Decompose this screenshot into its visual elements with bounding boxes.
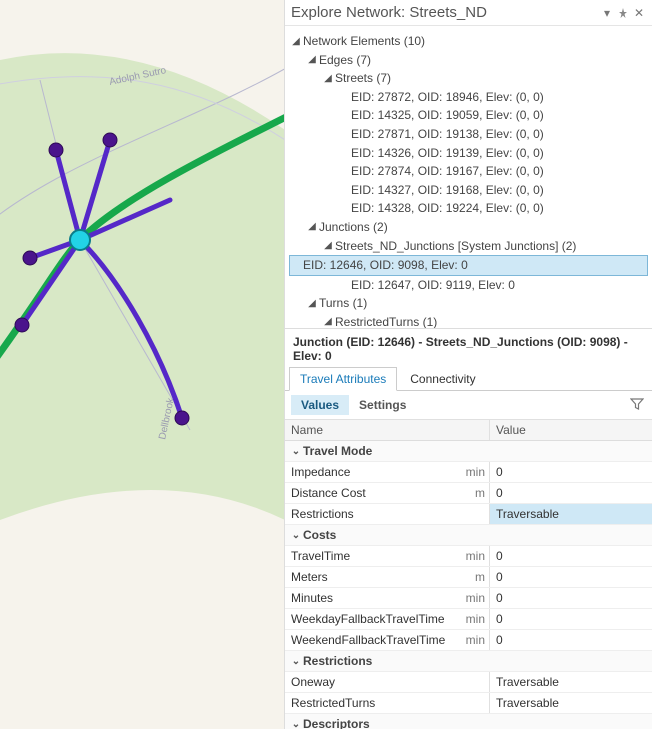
explore-network-panel: Explore Network: Streets_ND ▾ ✕ ◢Network…: [285, 0, 652, 729]
attribute-row[interactable]: Distance Costm0: [285, 483, 652, 504]
attr-value: 0: [489, 546, 652, 566]
dropdown-icon[interactable]: ▾: [600, 6, 614, 20]
tree-turns[interactable]: ◢Turns (1): [289, 294, 648, 313]
tree-edges[interactable]: ◢Edges (7): [289, 51, 648, 70]
attr-unit: [455, 504, 489, 524]
attr-name: WeekdayFallbackTravelTime: [285, 609, 455, 629]
group-label: Costs: [303, 528, 336, 542]
attr-name: Impedance: [285, 462, 455, 482]
caret-down-icon[interactable]: ◢: [307, 52, 317, 68]
group-row[interactable]: ⌄Travel Mode: [285, 441, 652, 462]
caret-down-icon[interactable]: ◢: [307, 219, 317, 235]
caret-down-icon[interactable]: ◢: [323, 71, 333, 87]
pin-icon[interactable]: [616, 6, 630, 20]
attr-name: Minutes: [285, 588, 455, 608]
attribute-row[interactable]: Oneway Traversable: [285, 672, 652, 693]
grid-head-name: Name: [285, 420, 455, 440]
panel-title: Explore Network: Streets_ND: [291, 4, 598, 21]
subtab-values[interactable]: Values: [291, 395, 349, 415]
attr-name: Meters: [285, 567, 455, 587]
selected-junction-node[interactable]: [70, 230, 90, 250]
caret-down-icon[interactable]: ◢: [323, 314, 333, 328]
chevron-down-icon[interactable]: ⌄: [289, 446, 303, 457]
caret-down-icon[interactable]: ◢: [307, 296, 317, 312]
tree-restricted-turns[interactable]: ◢RestrictedTurns (1): [289, 313, 648, 329]
attr-unit: [455, 693, 489, 713]
network-elements-tree[interactable]: ◢Network Elements (10) ◢Edges (7) ◢Stree…: [285, 26, 652, 328]
tree-root[interactable]: ◢Network Elements (10): [289, 32, 648, 51]
chevron-down-icon[interactable]: ⌄: [289, 719, 303, 729]
tree-leaf[interactable]: EID: 14328, OID: 19224, Elev: (0, 0): [289, 199, 648, 218]
map-viewport[interactable]: Adolph Sutro Dellbrook: [0, 0, 285, 729]
attribute-row[interactable]: Restrictions Traversable: [285, 504, 652, 525]
attr-unit: min: [455, 462, 489, 482]
tree-sys-junctions[interactable]: ◢Streets_ND_Junctions [System Junctions]…: [289, 237, 648, 256]
grid-head-value: Value: [489, 420, 652, 440]
tree-leaf[interactable]: EID: 27872, OID: 18946, Elev: (0, 0): [289, 88, 648, 107]
attr-value: Traversable: [489, 693, 652, 713]
panel-header: Explore Network: Streets_ND ▾ ✕: [285, 0, 652, 26]
tab-connectivity[interactable]: Connectivity: [399, 367, 486, 390]
tree-leaf[interactable]: EID: 14327, OID: 19168, Elev: (0, 0): [289, 181, 648, 200]
caret-down-icon[interactable]: ◢: [323, 238, 333, 254]
group-row[interactable]: ⌄Descriptors: [285, 714, 652, 729]
attribute-row[interactable]: WeekdayFallbackTravelTimemin0: [285, 609, 652, 630]
attribute-row[interactable]: TravelTimemin0: [285, 546, 652, 567]
chevron-down-icon[interactable]: ⌄: [289, 656, 303, 667]
attr-value: 0: [489, 567, 652, 587]
attr-name: TravelTime: [285, 546, 455, 566]
attr-name: Restrictions: [285, 504, 455, 524]
filter-icon[interactable]: [630, 397, 646, 413]
group-label: Descriptors: [303, 717, 370, 729]
attribute-row[interactable]: Metersm0: [285, 567, 652, 588]
tree-leaf[interactable]: EID: 27874, OID: 19167, Elev: (0, 0): [289, 162, 648, 181]
attr-name: Distance Cost: [285, 483, 455, 503]
attr-unit: [455, 672, 489, 692]
attr-value: 0: [489, 609, 652, 629]
attr-unit: min: [455, 609, 489, 629]
group-row[interactable]: ⌄Restrictions: [285, 651, 652, 672]
tree-leaf[interactable]: EID: 14326, OID: 19139, Elev: (0, 0): [289, 144, 648, 163]
grid-body[interactable]: ⌄Travel ModeImpedancemin0Distance Costm0…: [285, 441, 652, 729]
group-label: Restrictions: [303, 654, 372, 668]
attr-value: 0: [489, 483, 652, 503]
group-row[interactable]: ⌄Costs: [285, 525, 652, 546]
attr-unit: m: [455, 567, 489, 587]
attr-unit: min: [455, 630, 489, 650]
subtabs: Values Settings: [285, 391, 652, 420]
attr-name: WeekendFallbackTravelTime: [285, 630, 455, 650]
tree-junctions[interactable]: ◢Junctions (2): [289, 218, 648, 237]
caret-down-icon[interactable]: ◢: [291, 34, 301, 50]
tree-leaf[interactable]: EID: 27871, OID: 19138, Elev: (0, 0): [289, 125, 648, 144]
attr-value: 0: [489, 630, 652, 650]
attr-value: Traversable: [489, 504, 652, 524]
grid-header: Name Value: [285, 420, 652, 441]
tab-travel-attributes[interactable]: Travel Attributes: [289, 367, 397, 391]
subtab-settings[interactable]: Settings: [349, 395, 416, 415]
attribute-row[interactable]: Impedancemin0: [285, 462, 652, 483]
detail-tabs: Travel Attributes Connectivity: [285, 367, 652, 391]
tree-streets[interactable]: ◢Streets (7): [289, 69, 648, 88]
attr-name: RestrictedTurns: [285, 693, 455, 713]
attr-unit: m: [455, 483, 489, 503]
attr-value: 0: [489, 588, 652, 608]
tree-leaf[interactable]: EID: 14325, OID: 19059, Elev: (0, 0): [289, 106, 648, 125]
attr-unit: min: [455, 588, 489, 608]
detail-header: Junction (EID: 12646) - Streets_ND_Junct…: [285, 328, 652, 367]
attr-value: Traversable: [489, 672, 652, 692]
close-icon[interactable]: ✕: [632, 6, 646, 20]
attribute-row[interactable]: RestrictedTurns Traversable: [285, 693, 652, 714]
chevron-down-icon[interactable]: ⌄: [289, 530, 303, 541]
attribute-row[interactable]: WeekendFallbackTravelTimemin0: [285, 630, 652, 651]
attr-unit: min: [455, 546, 489, 566]
tree-leaf[interactable]: EID: 12647, OID: 9119, Elev: 0: [289, 276, 648, 295]
group-label: Travel Mode: [303, 444, 372, 458]
attr-value: 0: [489, 462, 652, 482]
map-svg: Adolph Sutro Dellbrook: [0, 0, 285, 729]
attr-name: Oneway: [285, 672, 455, 692]
tree-leaf-selected[interactable]: EID: 12646, OID: 9098, Elev: 0: [289, 255, 648, 276]
attribute-row[interactable]: Minutesmin0: [285, 588, 652, 609]
